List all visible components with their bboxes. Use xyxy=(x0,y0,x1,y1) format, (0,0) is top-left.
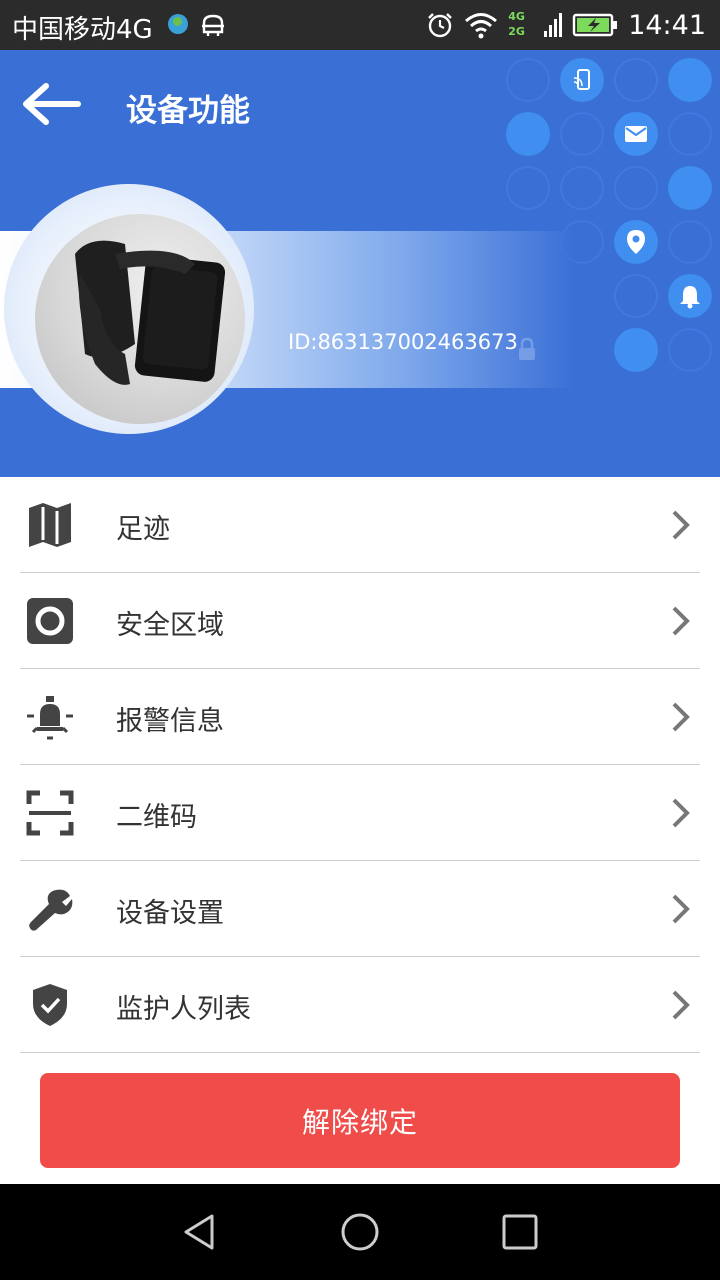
device-id-label: ID:863137002463673 xyxy=(288,330,518,354)
status-bar: 中国移动4G 4G 2G 14:41 xyxy=(0,0,720,50)
nav-recents-icon[interactable] xyxy=(500,1212,540,1252)
chevron-right-icon xyxy=(672,894,690,924)
chevron-right-icon xyxy=(672,606,690,636)
menu-item-label: 报警信息 xyxy=(116,706,224,737)
carrier-label: 中国移动4G xyxy=(12,15,153,45)
unbind-button[interactable]: 解除绑定 xyxy=(40,1073,680,1168)
android-debug-icon xyxy=(202,14,224,36)
wifi-icon xyxy=(465,13,498,39)
menu-item-footprint[interactable]: 足迹 xyxy=(20,477,700,573)
mail-icon xyxy=(625,126,647,142)
menu-item-guardian-list[interactable]: 监护人列表 xyxy=(20,957,700,1053)
device-avatar[interactable] xyxy=(35,214,245,424)
clock-time: 14:41 xyxy=(628,9,706,41)
shield-check-icon xyxy=(20,980,80,1030)
chevron-right-icon xyxy=(672,990,690,1020)
menu-item-qr-code[interactable]: 二维码 xyxy=(20,765,700,861)
device-header: ID:863137002463673 设备功能 xyxy=(0,50,720,477)
phone-signal-icon xyxy=(573,69,590,90)
menu-item-label: 安全区域 xyxy=(116,610,224,641)
chevron-right-icon xyxy=(672,510,690,540)
safe-zone-icon xyxy=(20,596,80,646)
battery-charging-icon xyxy=(572,13,618,37)
location-pin-icon xyxy=(627,230,645,254)
network-4g-label: 4G xyxy=(508,10,525,23)
globe-icon xyxy=(168,14,188,34)
bell-icon xyxy=(680,286,700,309)
feature-menu: 足迹 安全区域 报警信息 二维码 设备设置 监护人列表 xyxy=(0,477,720,1053)
nav-home-icon[interactable] xyxy=(340,1212,380,1252)
system-nav-bar xyxy=(0,1184,720,1280)
menu-item-label: 监护人列表 xyxy=(116,994,251,1025)
page-title: 设备功能 xyxy=(126,93,250,129)
qr-scan-icon xyxy=(20,788,80,838)
menu-item-label: 设备设置 xyxy=(116,898,224,929)
network-type-indicator: 4G 2G xyxy=(508,9,534,41)
menu-item-label: 二维码 xyxy=(116,802,197,833)
nav-back-icon[interactable] xyxy=(180,1212,220,1252)
menu-item-device-settings[interactable]: 设备设置 xyxy=(20,861,700,957)
alarm-clock-icon xyxy=(428,13,453,38)
back-arrow-icon[interactable] xyxy=(20,78,86,130)
status-icons: 4G 2G 14:41 xyxy=(426,0,706,50)
alarm-light-icon xyxy=(20,692,80,742)
wrench-icon xyxy=(20,884,80,934)
map-icon xyxy=(20,500,80,550)
chevron-right-icon xyxy=(672,702,690,732)
network-2g-label: 2G xyxy=(508,25,525,38)
signal-icon xyxy=(544,13,563,37)
menu-item-alarm-info[interactable]: 报警信息 xyxy=(20,669,700,765)
menu-item-label: 足迹 xyxy=(116,514,170,545)
menu-item-safe-zone[interactable]: 安全区域 xyxy=(20,573,700,669)
smartwatch-image xyxy=(75,240,226,385)
chevron-right-icon xyxy=(672,798,690,828)
